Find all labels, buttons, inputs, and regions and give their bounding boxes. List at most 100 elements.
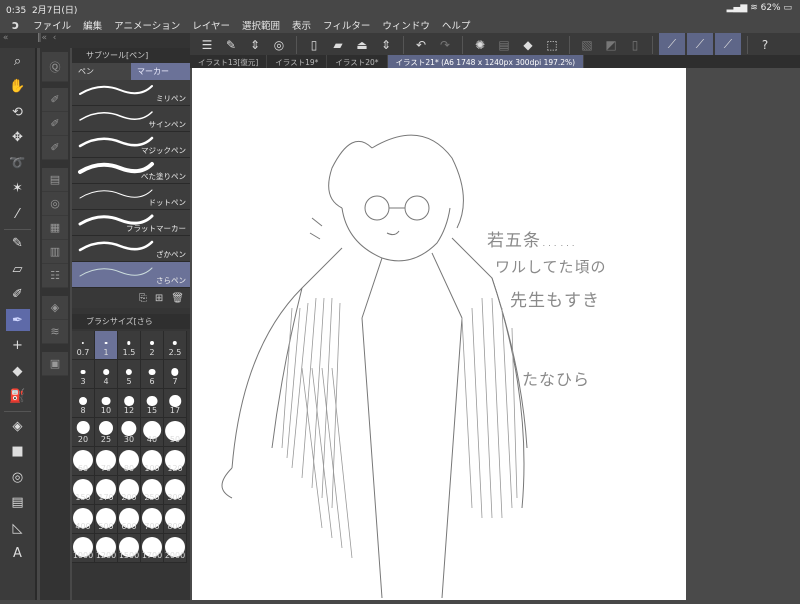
copy-subtool-icon[interactable]: ⎘ [139,293,147,304]
folder-icon[interactable]: ▣ [42,352,68,376]
brush-size-option[interactable]: 1200 [95,534,118,563]
brush-size-option[interactable]: 100 [141,447,164,476]
open-folder-icon[interactable]: ▰ [327,35,349,55]
menu-item[interactable]: ヘルプ [442,18,471,32]
updown-icon[interactable]: ⇕ [244,35,266,55]
brush-size-option[interactable]: 170 [95,476,118,505]
subtool-item[interactable]: フラットマーカー [72,210,190,236]
brush-size-option[interactable]: 120 [164,447,187,476]
app-logo-icon[interactable]: ↄ [12,18,19,32]
color-icon[interactable]: ▦ [42,216,68,240]
pen-tool-icon[interactable]: ✎ [6,233,30,255]
brush-size-option[interactable]: 150 [72,476,95,505]
decoration-tool-icon[interactable]: + [6,335,30,357]
pen-selected-tool-icon[interactable]: ✒ [5,309,30,331]
subtool-detail-icon[interactable]: ✐ [42,136,68,160]
rotate-tool-icon[interactable]: ⟲ [6,101,30,123]
brush-size-option[interactable]: 70 [95,447,118,476]
canvas[interactable]: 若五条…… ワルしてた頃の 先生もすき たなひら [192,68,686,600]
history-icon[interactable]: ☷ [42,264,68,288]
menu-item[interactable]: フィルター [323,18,370,32]
invert-icon[interactable]: ◩ [600,35,622,55]
hand-tool-icon[interactable]: ✋ [6,76,30,98]
brush-size-option[interactable]: 1000 [72,534,95,563]
brush-size-option[interactable]: 30 [118,418,141,447]
layer-icon[interactable]: ▤ [42,168,68,192]
brush-size-option[interactable]: 1700 [141,534,164,563]
menu-icon[interactable]: ☰ [196,35,218,55]
ruler-tool-icon[interactable]: ◺ [6,517,30,539]
clear-icon[interactable]: ▤ [493,35,515,55]
brush-size-option[interactable]: 60 [72,447,95,476]
stabilizer-3-icon[interactable]: ⟋ [715,33,741,56]
eyedropper-tool-icon[interactable]: ⁄ [6,203,30,225]
blend-tool-icon[interactable]: ◆ [6,360,30,382]
material-icon[interactable]: ▥ [42,240,68,264]
frame-tool-icon[interactable]: ▤ [6,492,30,514]
tab-marker[interactable]: マーカー [131,63,190,80]
updown-icon[interactable]: ⇕ [375,35,397,55]
brush-size-option[interactable]: 2.5 [164,331,187,360]
brush-size-option[interactable]: 2000 [164,534,187,563]
brush-size-option[interactable]: 4 [95,360,118,389]
loading-icon[interactable]: ✺ [469,35,491,55]
fill-tool-icon[interactable]: ◈ [6,415,30,437]
trash-icon[interactable]: 🗑 [171,293,184,304]
transform-icon[interactable]: ⬚ [541,35,563,55]
stabilizer-2-icon[interactable]: ⟋ [687,33,713,56]
brush-size-option[interactable]: 700 [141,505,164,534]
selection-icon[interactable]: ▯ [624,35,646,55]
brush-size-option[interactable]: 8 [72,389,95,418]
airbrush-tool-icon[interactable]: ⛽ [6,386,30,408]
subtool-item[interactable]: ミリペン [72,80,190,106]
brush-size-option[interactable]: 25 [95,418,118,447]
brush-size-option[interactable]: 15 [141,389,164,418]
menu-item[interactable]: ウィンドウ [382,18,430,32]
tab-pen[interactable]: ペン [72,63,131,80]
deselect-icon[interactable]: ▧ [576,35,598,55]
search-icon[interactable]: Ⓠ [42,52,68,82]
brush-size-option[interactable]: 300 [164,476,187,505]
gradient-tool-icon[interactable]: ■ [6,441,30,463]
brush-size-option[interactable]: 1 [95,331,118,360]
brush-size-option[interactable]: 200 [118,476,141,505]
subtool-item[interactable]: べた塗りペン [72,158,190,184]
undo-icon[interactable]: ↶ [410,35,432,55]
subtool-item[interactable]: サインペン [72,106,190,132]
shape-tool-icon[interactable]: ◎ [6,466,30,488]
brush-size-option[interactable]: 7 [164,360,187,389]
brush-size-option[interactable]: 400 [72,505,95,534]
new-file-icon[interactable]: ▯ [303,35,325,55]
redo-icon[interactable]: ↷ [434,35,456,55]
subtool-item[interactable]: ざかペン [72,236,190,262]
brush-size-option[interactable]: 250 [141,476,164,505]
document-tab[interactable]: イラスト13[復元] [190,55,268,68]
lasso-tool-icon[interactable]: ➰ [6,152,30,174]
eraser-tool-icon[interactable]: ▱ [6,258,30,280]
fill-icon[interactable]: ◆ [517,35,539,55]
text-tool-icon[interactable]: A [6,543,30,565]
stabilizer-1-icon[interactable]: ⟋ [659,33,685,56]
brush-size-option[interactable]: 12 [118,389,141,418]
brush-size-option[interactable]: 80 [118,447,141,476]
brush-size-option[interactable]: 5 [118,360,141,389]
menu-item[interactable]: 表示 [292,18,311,32]
document-tab[interactable]: イラスト19* [267,55,328,68]
magic-wand-tool-icon[interactable]: ✶ [6,178,30,200]
menu-item[interactable]: レイヤー [192,18,230,32]
subtool-item[interactable]: ドットペン [72,184,190,210]
brush-size-option[interactable]: 20 [72,418,95,447]
brush-size-option[interactable]: 600 [118,505,141,534]
document-tab[interactable]: イラスト21* (A6 1748 x 1240px 300dpi 197.2%) [387,55,585,68]
edit-icon[interactable]: ✎ [220,35,242,55]
brush-size-option[interactable]: 50 [164,418,187,447]
brush-size-option[interactable]: 800 [164,505,187,534]
brush-size-option[interactable]: 10 [95,389,118,418]
brush-size-option[interactable]: 17 [164,389,187,418]
move-tool-icon[interactable]: ✥ [6,127,30,149]
menu-item[interactable]: アニメーション [114,18,180,32]
save-icon[interactable]: ⏏ [351,35,373,55]
layers-icon[interactable]: ≋ [42,320,68,344]
brush-size-option[interactable]: 3 [72,360,95,389]
menu-item[interactable]: 選択範囲 [242,18,280,32]
